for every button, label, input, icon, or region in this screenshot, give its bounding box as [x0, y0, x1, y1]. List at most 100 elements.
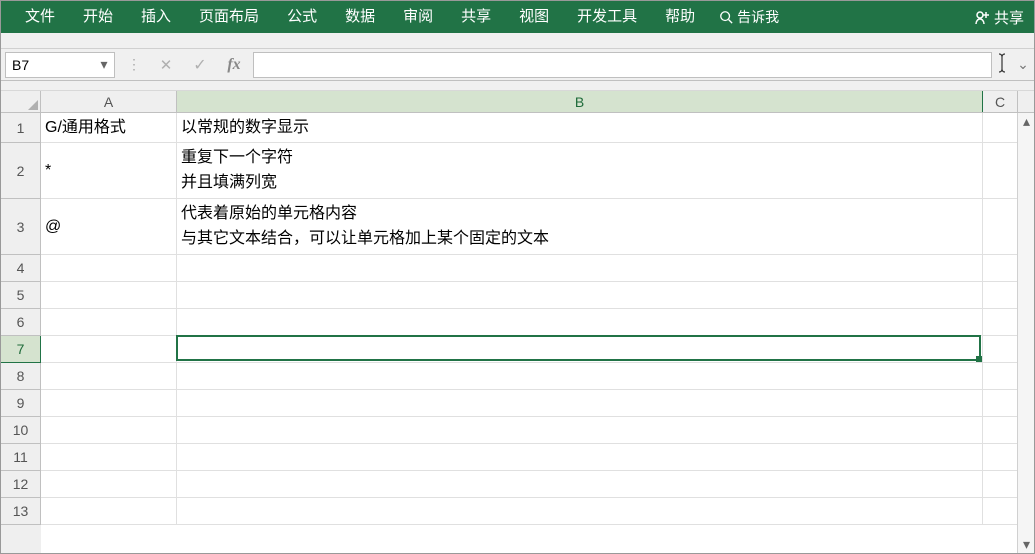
- ribbon-menu: 文件 开始 插入 页面布局 公式 数据 审阅 共享 视图 开发工具 帮助 告诉我…: [1, 1, 1034, 33]
- confirm-button[interactable]: ✓: [185, 52, 215, 78]
- cell-A13[interactable]: [41, 498, 177, 525]
- column-header-A[interactable]: A: [41, 91, 177, 112]
- cancel-icon: ✕: [160, 56, 173, 74]
- text-cursor-icon: [996, 52, 1008, 77]
- cell-A3[interactable]: @: [41, 199, 177, 255]
- row-header-12[interactable]: 12: [1, 471, 41, 498]
- cell-C7[interactable]: [983, 336, 1018, 363]
- share-button[interactable]: 共享: [964, 7, 1034, 28]
- cell-C12[interactable]: [983, 471, 1018, 498]
- ribbon-tab-formulas[interactable]: 公式: [273, 1, 331, 33]
- cell-B13[interactable]: [177, 498, 983, 525]
- cell-A12[interactable]: [41, 471, 177, 498]
- name-box[interactable]: [6, 53, 96, 77]
- row-header-11[interactable]: 11: [1, 444, 41, 471]
- name-box-dropdown[interactable]: ▾: [96, 53, 112, 77]
- cell-A1[interactable]: G/通用格式: [41, 113, 177, 143]
- ribbon-tab-developer[interactable]: 开发工具: [563, 1, 651, 33]
- cell-C8[interactable]: [983, 363, 1018, 390]
- row-header-3[interactable]: 3: [1, 199, 41, 255]
- check-icon: ✓: [193, 55, 206, 75]
- cancel-button[interactable]: ✕: [151, 52, 181, 78]
- cell-B3[interactable]: 代表着原始的单元格内容 与其它文本结合，可以让单元格加上某个固定的文本: [177, 199, 983, 255]
- column-header-row: ABC: [1, 91, 1034, 113]
- cell-C11[interactable]: [983, 444, 1018, 471]
- ribbon-tab-help[interactable]: 帮助: [651, 1, 709, 33]
- table-row: *重复下一个字符 并且填满列宽: [41, 143, 1018, 199]
- row-header-5[interactable]: 5: [1, 282, 41, 309]
- row-header-1[interactable]: 1: [1, 113, 41, 143]
- row-header-8[interactable]: 8: [1, 363, 41, 390]
- cell-B4[interactable]: [177, 255, 983, 282]
- column-header-C[interactable]: C: [983, 91, 1018, 112]
- ribbon-tab-view[interactable]: 视图: [505, 1, 563, 33]
- cell-A8[interactable]: [41, 363, 177, 390]
- tell-me-label: 告诉我: [737, 7, 779, 27]
- row-header-7[interactable]: 7: [1, 336, 41, 363]
- table-row: [41, 390, 1018, 417]
- cells-area[interactable]: G/通用格式以常规的数字显示*重复下一个字符 并且填满列宽@代表着原始的单元格内…: [41, 113, 1017, 553]
- table-row: [41, 444, 1018, 471]
- share-label: 共享: [994, 7, 1024, 28]
- chevron-down-icon: ▾: [100, 56, 107, 73]
- cell-A5[interactable]: [41, 282, 177, 309]
- ribbon-tab-insert[interactable]: 插入: [127, 1, 185, 33]
- cell-B12[interactable]: [177, 471, 983, 498]
- ribbon-tab-data[interactable]: 数据: [331, 1, 389, 33]
- insert-function-button[interactable]: fx: [219, 52, 249, 78]
- row-header-9[interactable]: 9: [1, 390, 41, 417]
- scroll-up-arrow-icon[interactable]: ▴: [1018, 113, 1034, 130]
- cell-C10[interactable]: [983, 417, 1018, 444]
- cell-A2[interactable]: *: [41, 143, 177, 199]
- cell-B8[interactable]: [177, 363, 983, 390]
- cell-B9[interactable]: [177, 390, 983, 417]
- table-row: [41, 363, 1018, 390]
- cell-B1[interactable]: 以常规的数字显示: [177, 113, 983, 143]
- resize-handle-icon[interactable]: ⋮: [119, 56, 147, 73]
- cell-B6[interactable]: [177, 309, 983, 336]
- share-icon: [974, 9, 990, 25]
- cell-C3[interactable]: [983, 199, 1018, 255]
- cell-C5[interactable]: [983, 282, 1018, 309]
- cell-B2[interactable]: 重复下一个字符 并且填满列宽: [177, 143, 983, 199]
- row-headers: 12345678910111213: [1, 113, 41, 553]
- tell-me-search[interactable]: 告诉我: [709, 7, 789, 27]
- cell-C6[interactable]: [983, 309, 1018, 336]
- cell-B11[interactable]: [177, 444, 983, 471]
- cell-C13[interactable]: [983, 498, 1018, 525]
- cell-C1[interactable]: [983, 113, 1018, 143]
- cell-A4[interactable]: [41, 255, 177, 282]
- formula-input[interactable]: [253, 52, 992, 78]
- ribbon-tab-home[interactable]: 开始: [69, 1, 127, 33]
- vertical-scrollbar[interactable]: ▴ ▾: [1017, 113, 1034, 553]
- row-header-13[interactable]: 13: [1, 498, 41, 525]
- cell-A9[interactable]: [41, 390, 177, 417]
- scroll-down-arrow-icon[interactable]: ▾: [1018, 536, 1034, 553]
- row-header-2[interactable]: 2: [1, 143, 41, 199]
- cell-A7[interactable]: [41, 336, 177, 363]
- table-row: [41, 417, 1018, 444]
- row-header-10[interactable]: 10: [1, 417, 41, 444]
- cell-C9[interactable]: [983, 390, 1018, 417]
- cell-B5[interactable]: [177, 282, 983, 309]
- spacer: [1, 81, 1034, 91]
- row-header-6[interactable]: 6: [1, 309, 41, 336]
- search-icon: [719, 10, 733, 24]
- column-header-B[interactable]: B: [177, 91, 983, 112]
- cell-C4[interactable]: [983, 255, 1018, 282]
- ribbon-tab-page-layout[interactable]: 页面布局: [185, 1, 273, 33]
- chevron-down-icon: ⌄: [1017, 56, 1029, 73]
- cell-C2[interactable]: [983, 143, 1018, 199]
- ribbon-tab-review[interactable]: 审阅: [389, 1, 447, 33]
- cell-B7[interactable]: [177, 336, 983, 363]
- ribbon-tab-file[interactable]: 文件: [11, 1, 69, 33]
- ribbon-collapsed-strip: [1, 33, 1034, 49]
- cell-A10[interactable]: [41, 417, 177, 444]
- cell-B10[interactable]: [177, 417, 983, 444]
- ribbon-tab-share[interactable]: 共享: [447, 1, 505, 33]
- cell-A11[interactable]: [41, 444, 177, 471]
- formula-bar-expand[interactable]: ⌄: [1016, 56, 1030, 73]
- row-header-4[interactable]: 4: [1, 255, 41, 282]
- select-all-corner[interactable]: [1, 91, 41, 112]
- cell-A6[interactable]: [41, 309, 177, 336]
